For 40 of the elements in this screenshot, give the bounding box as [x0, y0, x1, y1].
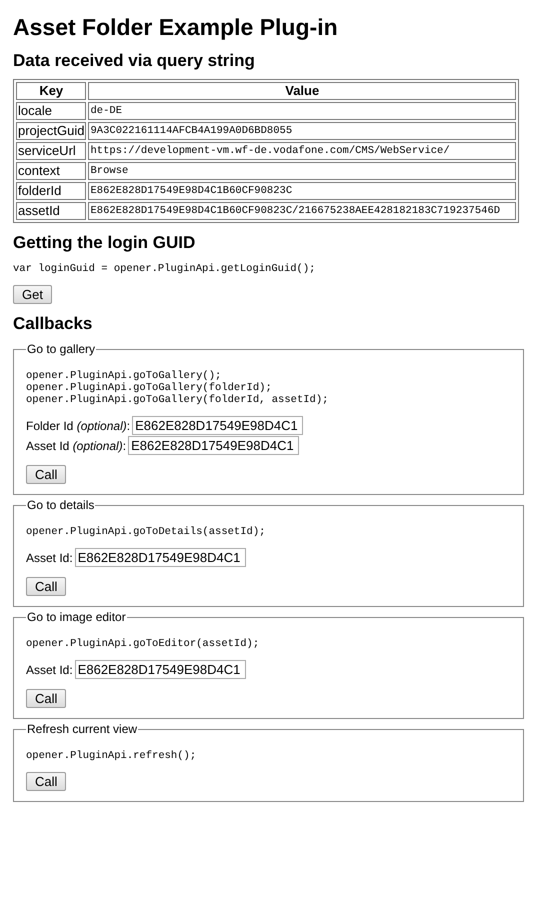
key-cell: serviceUrl — [16, 142, 86, 160]
id-input-field[interactable]: E862E828D17549E98D4C1 — [128, 436, 300, 455]
value-cell: 9A3C022161114AFCB4A199A0D6BD8055 — [88, 122, 516, 140]
value-cell: E862E828D17549E98D4C1B60CF90823C — [88, 182, 516, 200]
field-label: Asset Id (optional): — [26, 438, 126, 452]
code-snippet: opener.PluginApi.goToGallery(); opener.PluginApi.goToGallery(folderId); opener.PluginApi.goToGallery(folderId, assetId); — [26, 370, 330, 406]
section-heading: Callbacks — [13, 314, 94, 334]
key-cell: folderId — [16, 182, 86, 200]
column-header: Key — [16, 82, 86, 100]
id-input-field[interactable]: E862E828D17549E98D4C1 — [74, 548, 246, 567]
section-heading: Data received via query string — [13, 51, 256, 71]
field-label: Asset Id: — [26, 550, 73, 564]
value-cell: E862E828D17549E98D4C1B60CF90823C/216675238AEE428182183C719237546D — [88, 202, 516, 220]
call-button[interactable]: Call — [26, 772, 66, 791]
id-input-field[interactable]: E862E828D17549E98D4C1 — [132, 416, 304, 435]
code-snippet: opener.PluginApi.refresh(); — [26, 750, 198, 762]
field-label: Asset Id: — [26, 662, 73, 676]
section-heading: Getting the login GUID — [13, 233, 196, 253]
call-button[interactable]: Call — [26, 465, 66, 484]
value-cell: de-DE — [88, 102, 516, 120]
key-cell: projectGuid — [16, 122, 86, 140]
value-cell: https://development-vm.wf-de.vodafone.com/CMS/WebService/ — [88, 142, 516, 160]
call-button[interactable]: Call — [26, 577, 66, 596]
page-title: Asset Folder Example Plug-in — [13, 14, 339, 41]
key-cell: context — [16, 162, 86, 180]
group-legend: Refresh current view — [26, 722, 138, 736]
group-legend: Go to image editor — [26, 610, 127, 624]
column-header: Value — [88, 82, 516, 100]
key-cell: locale — [16, 102, 86, 120]
id-input-field[interactable]: E862E828D17549E98D4C1 — [74, 660, 246, 679]
code-snippet: opener.PluginApi.goToDetails(assetId); — [26, 526, 266, 538]
field-label: Folder Id (optional): — [26, 418, 130, 432]
get-button[interactable]: Get — [13, 285, 52, 304]
code-snippet: opener.PluginApi.goToEditor(assetId); — [26, 638, 260, 650]
key-cell: assetId — [16, 202, 86, 220]
code-snippet: var loginGuid = opener.PluginApi.getLoginGuid(); — [13, 263, 316, 275]
call-button[interactable]: Call — [26, 689, 66, 708]
group-legend: Go to details — [26, 498, 96, 512]
value-cell: Browse — [88, 162, 516, 180]
group-legend: Go to gallery — [26, 342, 96, 356]
